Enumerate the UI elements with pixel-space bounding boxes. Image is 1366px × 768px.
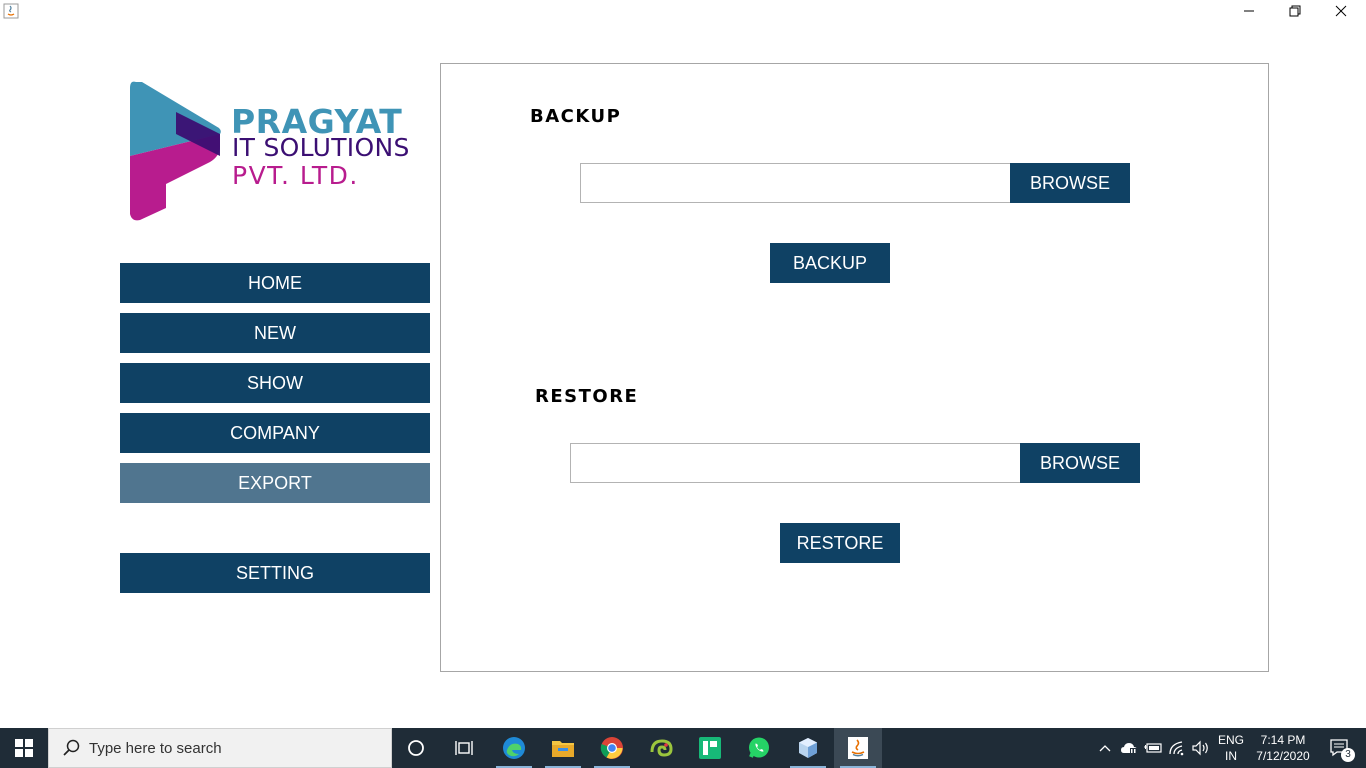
windows-logo-icon bbox=[15, 739, 33, 757]
restore-window-button[interactable] bbox=[1272, 0, 1318, 22]
wifi-icon[interactable] bbox=[1166, 728, 1188, 768]
nav-export-button[interactable]: EXPORT bbox=[120, 463, 430, 503]
action-center-button[interactable]: 3 bbox=[1320, 728, 1360, 768]
whatsapp-icon[interactable] bbox=[735, 728, 783, 768]
search-placeholder: Type here to search bbox=[89, 739, 222, 757]
java-app-icon bbox=[3, 3, 19, 19]
backup-title: BACKUP bbox=[530, 106, 622, 127]
show-hidden-icons-chevron-icon[interactable] bbox=[1096, 728, 1114, 768]
nav-new-button[interactable]: NEW bbox=[120, 313, 430, 353]
minimize-button[interactable] bbox=[1226, 0, 1272, 22]
logo-mark-icon bbox=[130, 81, 221, 221]
notification-count-badge: 3 bbox=[1341, 748, 1355, 762]
backup-restore-panel: BACKUP BROWSE BACKUP RESTORE BROWSE REST… bbox=[440, 63, 1269, 672]
file-explorer-icon[interactable] bbox=[539, 728, 587, 768]
restore-path-input[interactable] bbox=[570, 443, 1021, 483]
window-titlebar bbox=[0, 0, 1366, 24]
backup-browse-button[interactable]: BROWSE bbox=[1010, 163, 1130, 203]
clock[interactable]: 7:14 PM 7/12/2020 bbox=[1250, 728, 1316, 768]
close-button[interactable] bbox=[1318, 0, 1364, 22]
task-view-icon[interactable] bbox=[440, 728, 488, 768]
nav-setting-button[interactable]: SETTING bbox=[120, 553, 430, 593]
search-icon bbox=[63, 739, 80, 756]
region-code: IN bbox=[1225, 749, 1237, 763]
chameleon-app-icon[interactable] bbox=[637, 728, 685, 768]
onedrive-icon[interactable] bbox=[1118, 728, 1140, 768]
restore-button[interactable]: RESTORE bbox=[780, 523, 900, 563]
restore-title: RESTORE bbox=[535, 386, 639, 407]
java-icon[interactable] bbox=[834, 728, 882, 768]
green-app-icon[interactable] bbox=[686, 728, 734, 768]
clock-date: 7/12/2020 bbox=[1256, 749, 1310, 763]
start-button[interactable] bbox=[0, 728, 48, 768]
edge-icon[interactable] bbox=[490, 728, 538, 768]
language-code: ENG bbox=[1217, 733, 1244, 747]
logo-text-pvt-ltd: PVT. LTD. bbox=[232, 161, 359, 190]
restore-browse-button[interactable]: BROWSE bbox=[1020, 443, 1140, 483]
battery-icon[interactable] bbox=[1142, 728, 1164, 768]
windows-taskbar: Type here to search ENG IN 7:14 PM 7/12/… bbox=[0, 728, 1366, 768]
language-indicator[interactable]: ENG IN bbox=[1214, 728, 1248, 768]
nav-company-button[interactable]: COMPANY bbox=[120, 413, 430, 453]
nav-show-button[interactable]: SHOW bbox=[120, 363, 430, 403]
taskbar-search-box[interactable]: Type here to search bbox=[48, 728, 392, 768]
volume-icon[interactable] bbox=[1190, 728, 1212, 768]
nav-home-button[interactable]: HOME bbox=[120, 263, 430, 303]
cortana-icon[interactable] bbox=[392, 728, 440, 768]
clock-time: 7:14 PM bbox=[1260, 733, 1306, 747]
chrome-icon[interactable] bbox=[588, 728, 636, 768]
backup-path-input[interactable] bbox=[580, 163, 1011, 203]
virtualbox-icon[interactable] bbox=[784, 728, 832, 768]
logo-text-it-solutions: IT SOLUTIONS bbox=[232, 133, 410, 162]
backup-button[interactable]: BACKUP bbox=[770, 243, 890, 283]
